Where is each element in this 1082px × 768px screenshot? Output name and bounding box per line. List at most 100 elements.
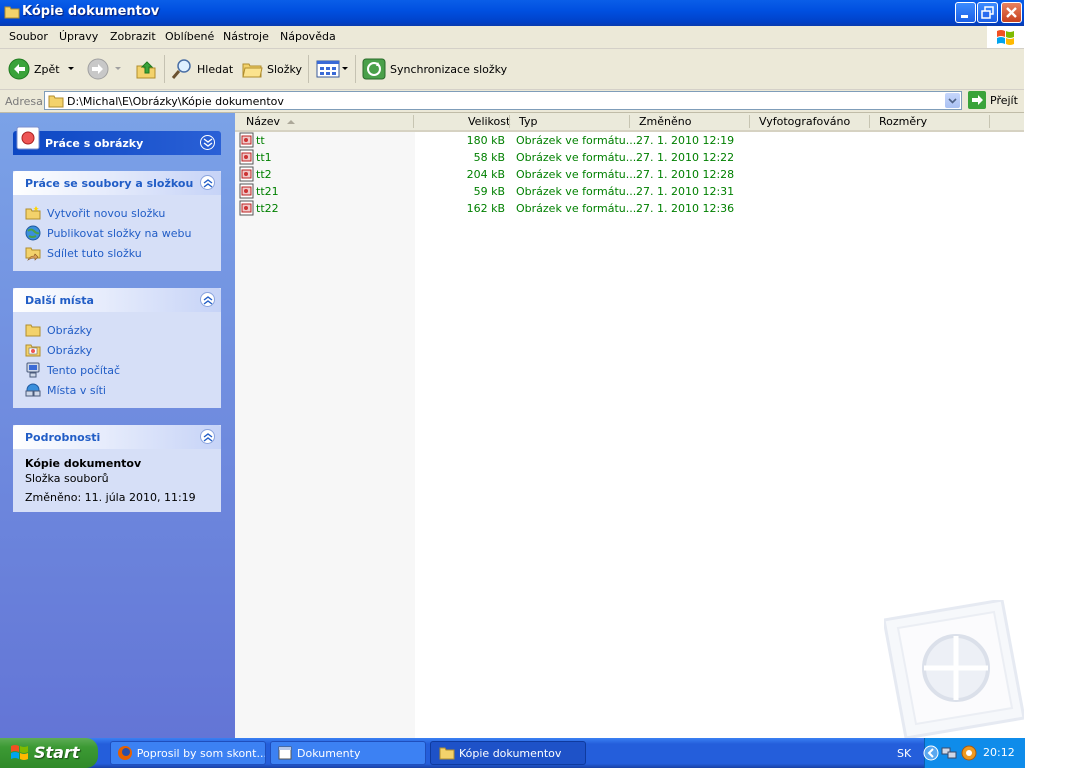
minimize-icon [961, 15, 968, 18]
file-size: 180 kB [466, 134, 505, 147]
column-separator[interactable] [989, 115, 990, 128]
collapse-button[interactable] [200, 175, 215, 190]
place-my-pictures[interactable]: Obrázky [25, 340, 209, 360]
title-bar[interactable]: Kópie dokumentov [0, 0, 1024, 26]
image-file-icon [239, 149, 254, 165]
place-network[interactable]: Místa v síti [25, 380, 209, 400]
back-arrow-icon [8, 58, 30, 80]
place-network-label: Místa v síti [47, 383, 106, 397]
window-title: Kópie dokumentov [22, 4, 160, 19]
search-icon [171, 59, 191, 79]
details-title: Podrobnosti [25, 431, 101, 444]
file-tasks-list: Vytvořit novou složku Publikovat složky … [13, 195, 221, 271]
restore-button[interactable] [977, 2, 998, 23]
column-taken[interactable]: Vyfotografováno [759, 115, 850, 129]
menu-soubor[interactable]: Soubor [9, 30, 48, 43]
menu-upravy[interactable]: Úpravy [59, 30, 98, 43]
place-pictures[interactable]: Obrázky [25, 320, 209, 340]
close-button[interactable] [1001, 2, 1022, 23]
taskbar-button-label: Kópie dokumentov [459, 746, 562, 760]
chevron-down-icon[interactable] [64, 64, 78, 74]
file-type: Obrázek ve formátu... [516, 185, 637, 198]
file-row[interactable]: tt1 58 kB Obrázek ve formátu... 27. 1. 2… [235, 149, 1024, 166]
column-separator[interactable] [629, 115, 630, 128]
chevron-down-icon[interactable] [111, 64, 125, 74]
taskbar-button-kopie-dokumentov[interactable]: Kópie dokumentov [430, 741, 586, 765]
chevron-double-up-icon [203, 433, 213, 442]
system-tray: 20:12 [923, 738, 1025, 768]
close-icon [1006, 7, 1017, 18]
search-label: Hledat [197, 62, 234, 76]
address-dropdown-button[interactable] [945, 93, 960, 108]
search-button[interactable]: Hledat [171, 58, 233, 80]
folder-icon [25, 324, 41, 337]
image-file-icon [239, 132, 254, 148]
task-publish-web[interactable]: Publikovat složky na webu [25, 223, 209, 243]
column-size[interactable]: Velikost [468, 115, 510, 129]
details-folder-name: Kópie dokumentov [25, 457, 142, 470]
place-my-computer[interactable]: Tento počítač [25, 360, 209, 380]
place-my-pictures-label: Obrázky [47, 343, 93, 357]
file-tasks-title: Práce se soubory a složkou [25, 177, 194, 190]
menu-napoveda[interactable]: Nápověda [280, 30, 336, 43]
other-places-header[interactable]: Další místa [13, 288, 221, 312]
menu-bar: Soubor Úpravy Zobrazit Oblíbené Nástroje… [0, 26, 1024, 49]
column-separator[interactable] [413, 115, 414, 128]
taskbar-button-documents[interactable]: Dokumenty [270, 741, 426, 765]
collapse-button[interactable] [200, 429, 215, 444]
task-new-folder[interactable]: Vytvořit novou složku [25, 203, 209, 223]
column-separator[interactable] [509, 115, 510, 128]
chevron-down-icon[interactable] [340, 64, 350, 74]
picture-tasks-header[interactable]: Práce s obrázky [13, 126, 221, 155]
file-row[interactable]: tt 180 kB Obrázek ve formátu... 27. 1. 2… [235, 132, 1024, 149]
menu-nastroje[interactable]: Nástroje [223, 30, 269, 43]
column-type[interactable]: Typ [519, 115, 538, 129]
windows-flag-icon [997, 30, 1014, 45]
image-file-icon [239, 200, 254, 216]
address-input[interactable]: D:\Michal\E\Obrázky\Kópie dokumentov [44, 91, 962, 110]
folders-button[interactable]: Složky [241, 58, 302, 80]
go-arrow-icon [968, 91, 986, 109]
collapse-button[interactable] [200, 292, 215, 307]
file-size: 162 kB [466, 202, 505, 215]
sync-folder-button[interactable]: Synchronizace složky [362, 58, 507, 80]
go-button[interactable]: Přejít [968, 91, 1018, 109]
start-button[interactable]: Start [0, 738, 98, 768]
chevron-left-icon[interactable] [923, 745, 939, 761]
file-row[interactable]: tt22 162 kB Obrázek ve formátu... 27. 1.… [235, 200, 1024, 217]
column-separator[interactable] [749, 115, 750, 128]
column-modified[interactable]: Změněno [639, 115, 691, 129]
explorer-window: Kópie dokumentov Soubor Úpravy Zobrazit … [0, 0, 1024, 738]
menu-zobrazit[interactable]: Zobrazit [110, 30, 156, 43]
toolbar: Zpět Hledat Složky Synchronizace složky [0, 49, 1024, 90]
details-modified: Změněno: 11. júla 2010, 11:19 [25, 491, 196, 504]
up-folder-button[interactable] [135, 58, 157, 80]
file-tasks-header[interactable]: Práce se soubory a složkou [13, 171, 221, 195]
menu-oblibene[interactable]: Oblíbené [165, 30, 214, 43]
column-separator[interactable] [869, 115, 870, 128]
minimize-button[interactable] [955, 2, 976, 23]
toolbar-separator [355, 55, 356, 83]
views-button[interactable] [316, 58, 350, 80]
back-button[interactable]: Zpět [8, 58, 78, 80]
chevron-double-up-icon [203, 179, 213, 188]
expand-button[interactable] [200, 135, 215, 150]
network-icon[interactable] [941, 745, 957, 761]
sort-ascending-icon [287, 120, 295, 124]
windows-flag-icon [11, 745, 28, 760]
image-file-icon [239, 166, 254, 182]
file-name: tt22 [256, 202, 279, 215]
taskbar-button-firefox[interactable]: Poprosil by som skont... [110, 741, 266, 765]
file-type: Obrázek ve formátu... [516, 134, 637, 147]
column-dimensions[interactable]: Rozměry [879, 115, 927, 129]
toolbar-separator [308, 55, 309, 83]
forward-button[interactable] [87, 58, 125, 80]
file-row[interactable]: tt2 204 kB Obrázek ve formátu... 27. 1. … [235, 166, 1024, 183]
media-player-icon[interactable] [961, 745, 977, 761]
start-label: Start [34, 743, 80, 762]
file-row[interactable]: tt21 59 kB Obrázek ve formátu... 27. 1. … [235, 183, 1024, 200]
task-share-folder[interactable]: Sdílet tuto složku [25, 243, 209, 263]
language-indicator[interactable]: SK [897, 747, 911, 760]
details-header[interactable]: Podrobnosti [13, 425, 221, 449]
column-name[interactable]: Název [246, 115, 280, 129]
